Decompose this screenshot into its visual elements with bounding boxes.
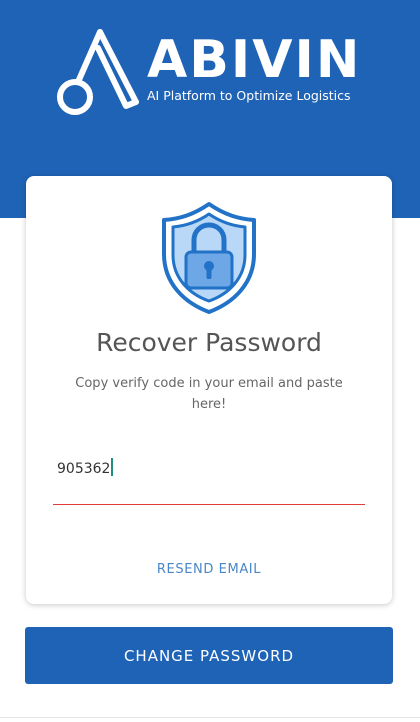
brand-logo: ABIVIN AI Platform to Optimize Logistics [54, 26, 374, 118]
brand-name: ABIVIN [147, 30, 362, 90]
verify-code-text: 905362 [57, 461, 111, 477]
abivin-logo-icon [57, 29, 139, 115]
instruction-text: Copy verify code in your email and paste… [75, 376, 343, 412]
shield-lock-icon [162, 202, 256, 314]
verify-code-value[interactable]: 905362 [57, 458, 114, 477]
text-caret [111, 458, 114, 476]
bottom-divider [0, 717, 420, 718]
recover-password-card: Recover Password Copy verify code in you… [26, 176, 392, 604]
change-password-button[interactable]: CHANGE PASSWORD [25, 627, 393, 684]
verify-code-input[interactable]: 905362 [53, 452, 365, 505]
brand-tagline: AI Platform to Optimize Logistics [147, 88, 351, 103]
page-title: Recover Password [96, 328, 322, 357]
resend-email-link[interactable]: RESEND EMAIL [26, 562, 392, 577]
